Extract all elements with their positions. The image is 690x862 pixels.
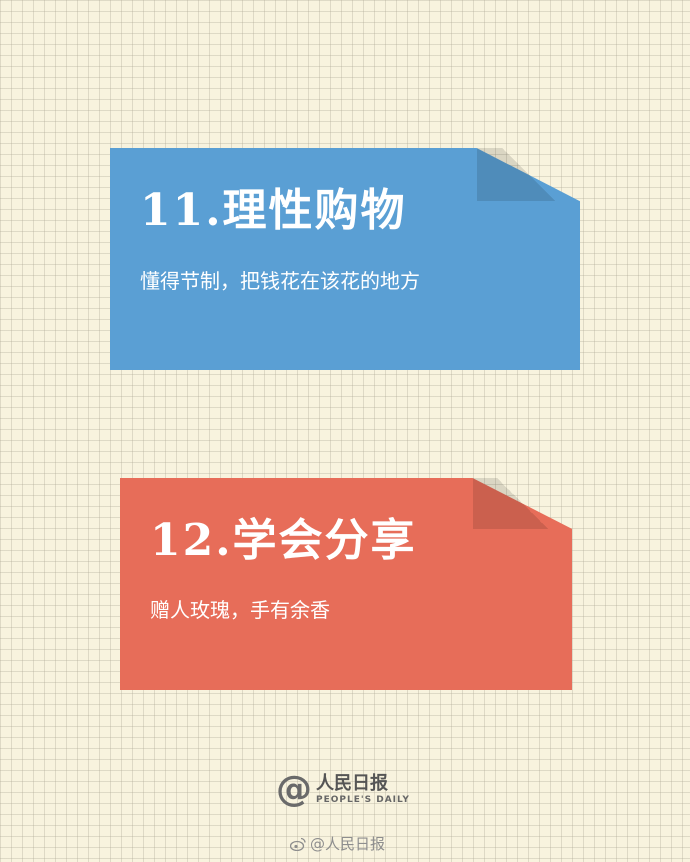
folded-corner — [472, 478, 572, 529]
logo-name-cn: 人民日报 — [316, 773, 388, 794]
peoples-daily-logo: @ 人民日报 PEOPLE'S DAILY — [276, 770, 410, 810]
logo-text: 人民日报 PEOPLE'S DAILY — [316, 775, 410, 805]
weibo-watermark: @人民日报 — [290, 833, 385, 854]
card-rational-shopping: 11.理性购物 懂得节制，把钱花在该花的地方 — [110, 148, 580, 370]
folded-corner — [476, 148, 580, 202]
card-subtitle: 懂得节制，把钱花在该花的地方 — [140, 269, 420, 293]
logo-name-en: PEOPLE'S DAILY — [316, 795, 410, 805]
card-learn-to-share: 12.学会分享 赠人玫瑰，手有余香 — [120, 478, 572, 690]
logo-at-symbol: @ — [276, 769, 312, 810]
card-title: 12.学会分享 — [150, 515, 417, 566]
watermark-text: @人民日报 — [310, 835, 386, 853]
card-subtitle: 赠人玫瑰，手有余香 — [150, 598, 330, 622]
weibo-icon — [290, 837, 306, 851]
card-title: 11.理性购物 — [140, 185, 407, 236]
